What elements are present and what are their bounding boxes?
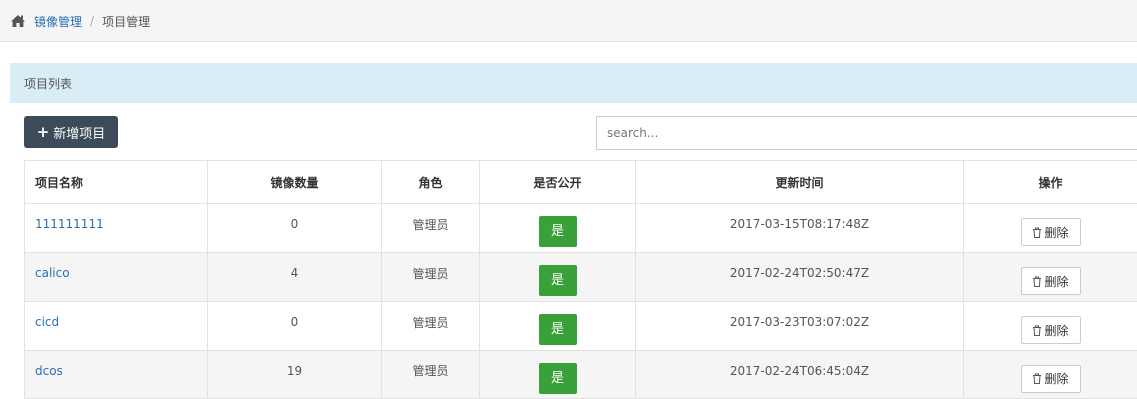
panel-title: 项目列表 bbox=[24, 75, 72, 92]
public-cell: 是 bbox=[480, 253, 636, 302]
project-name-link[interactable]: 111111111 bbox=[35, 217, 104, 231]
column-header-actions: 操作 bbox=[964, 161, 1137, 204]
column-header-public[interactable]: 是否公开 bbox=[480, 161, 636, 204]
public-cell: 是 bbox=[480, 204, 636, 253]
role-text: 管理员 bbox=[382, 265, 479, 282]
updated-time: 2017-02-24T02:50:47Z bbox=[636, 266, 963, 280]
trash-icon bbox=[1032, 325, 1042, 336]
trash-icon bbox=[1032, 373, 1042, 384]
plus-icon: + bbox=[37, 125, 50, 140]
trash-icon bbox=[1032, 227, 1042, 238]
updated-time: 2017-03-23T03:07:02Z bbox=[636, 315, 963, 329]
project-table: 项目名称 镜像数量 角色 是否公开 更新时间 操作 111111111 0 管理… bbox=[24, 160, 1137, 399]
updated-time-cell: 2017-03-15T08:17:48Z bbox=[636, 204, 964, 253]
column-header-project-name[interactable]: 项目名称 bbox=[25, 161, 208, 204]
table-row: cicd 0 管理员 是 2017-03-23T03:07:02Z 删除 bbox=[25, 302, 1137, 351]
project-name-cell: 111111111 bbox=[25, 204, 208, 253]
actions-cell: 删除 bbox=[964, 351, 1137, 399]
home-icon[interactable] bbox=[10, 14, 26, 28]
role-cell: 管理员 bbox=[382, 302, 480, 351]
image-count: 4 bbox=[208, 266, 381, 280]
role-text: 管理员 bbox=[382, 216, 479, 233]
role-text: 管理员 bbox=[382, 362, 479, 379]
delete-button[interactable]: 删除 bbox=[1021, 365, 1081, 393]
role-cell: 管理员 bbox=[382, 351, 480, 399]
updated-time-cell: 2017-03-23T03:07:02Z bbox=[636, 302, 964, 351]
project-name-cell: cicd bbox=[25, 302, 208, 351]
actions-cell: 删除 bbox=[964, 204, 1137, 253]
breadcrumb-separator: / bbox=[90, 14, 94, 28]
updated-time: 2017-02-24T06:45:04Z bbox=[636, 364, 963, 378]
image-count-cell: 4 bbox=[208, 253, 382, 302]
role-cell: 管理员 bbox=[382, 204, 480, 253]
top-bar: 镜像管理 / 项目管理 bbox=[0, 0, 1137, 42]
image-count: 19 bbox=[208, 364, 381, 378]
public-badge[interactable]: 是 bbox=[539, 216, 577, 247]
breadcrumb: 镜像管理 / 项目管理 bbox=[10, 12, 150, 30]
column-header-role[interactable]: 角色 bbox=[382, 161, 480, 204]
public-badge[interactable]: 是 bbox=[539, 314, 577, 345]
table-header-row: 项目名称 镜像数量 角色 是否公开 更新时间 操作 bbox=[25, 161, 1137, 204]
panel-header: 项目列表 bbox=[10, 63, 1137, 103]
actions-cell: 删除 bbox=[964, 253, 1137, 302]
search-input[interactable] bbox=[596, 116, 1137, 150]
image-count: 0 bbox=[208, 315, 381, 329]
role-text: 管理员 bbox=[382, 314, 479, 331]
delete-button[interactable]: 删除 bbox=[1021, 218, 1081, 246]
role-cell: 管理员 bbox=[382, 253, 480, 302]
project-name-cell: calico bbox=[25, 253, 208, 302]
add-project-button[interactable]: + 新增项目 bbox=[24, 116, 118, 148]
table-row: calico 4 管理员 是 2017-02-24T02:50:47Z 删除 bbox=[25, 253, 1137, 302]
breadcrumb-current: 项目管理 bbox=[102, 13, 150, 30]
add-project-label: 新增项目 bbox=[53, 123, 105, 142]
table-row: 111111111 0 管理员 是 2017-03-15T08:17:48Z 删… bbox=[25, 204, 1137, 253]
image-count-cell: 0 bbox=[208, 302, 382, 351]
project-name-cell: dcos bbox=[25, 351, 208, 399]
updated-time-cell: 2017-02-24T06:45:04Z bbox=[636, 351, 964, 399]
delete-button-label: 删除 bbox=[1044, 224, 1068, 241]
updated-time: 2017-03-15T08:17:48Z bbox=[636, 217, 963, 231]
updated-time-cell: 2017-02-24T02:50:47Z bbox=[636, 253, 964, 302]
actions-cell: 删除 bbox=[964, 302, 1137, 351]
delete-button[interactable]: 删除 bbox=[1021, 316, 1081, 344]
delete-button-label: 删除 bbox=[1044, 322, 1068, 339]
public-cell: 是 bbox=[480, 351, 636, 399]
public-cell: 是 bbox=[480, 302, 636, 351]
delete-button-label: 删除 bbox=[1044, 370, 1068, 387]
table-row: dcos 19 管理员 是 2017-02-24T06:45:04Z 删除 bbox=[25, 351, 1137, 399]
delete-button[interactable]: 删除 bbox=[1021, 267, 1081, 295]
trash-icon bbox=[1032, 276, 1042, 287]
image-count: 0 bbox=[208, 217, 381, 231]
image-count-cell: 0 bbox=[208, 204, 382, 253]
column-header-updated-time[interactable]: 更新时间 bbox=[636, 161, 964, 204]
delete-button-label: 删除 bbox=[1044, 273, 1068, 290]
public-badge[interactable]: 是 bbox=[539, 265, 577, 296]
image-count-cell: 19 bbox=[208, 351, 382, 399]
project-name-link[interactable]: calico bbox=[35, 266, 70, 280]
public-badge[interactable]: 是 bbox=[539, 363, 577, 394]
breadcrumb-link-image-management[interactable]: 镜像管理 bbox=[34, 13, 82, 30]
column-header-image-count[interactable]: 镜像数量 bbox=[208, 161, 382, 204]
project-name-link[interactable]: cicd bbox=[35, 315, 59, 329]
project-name-link[interactable]: dcos bbox=[35, 364, 63, 378]
